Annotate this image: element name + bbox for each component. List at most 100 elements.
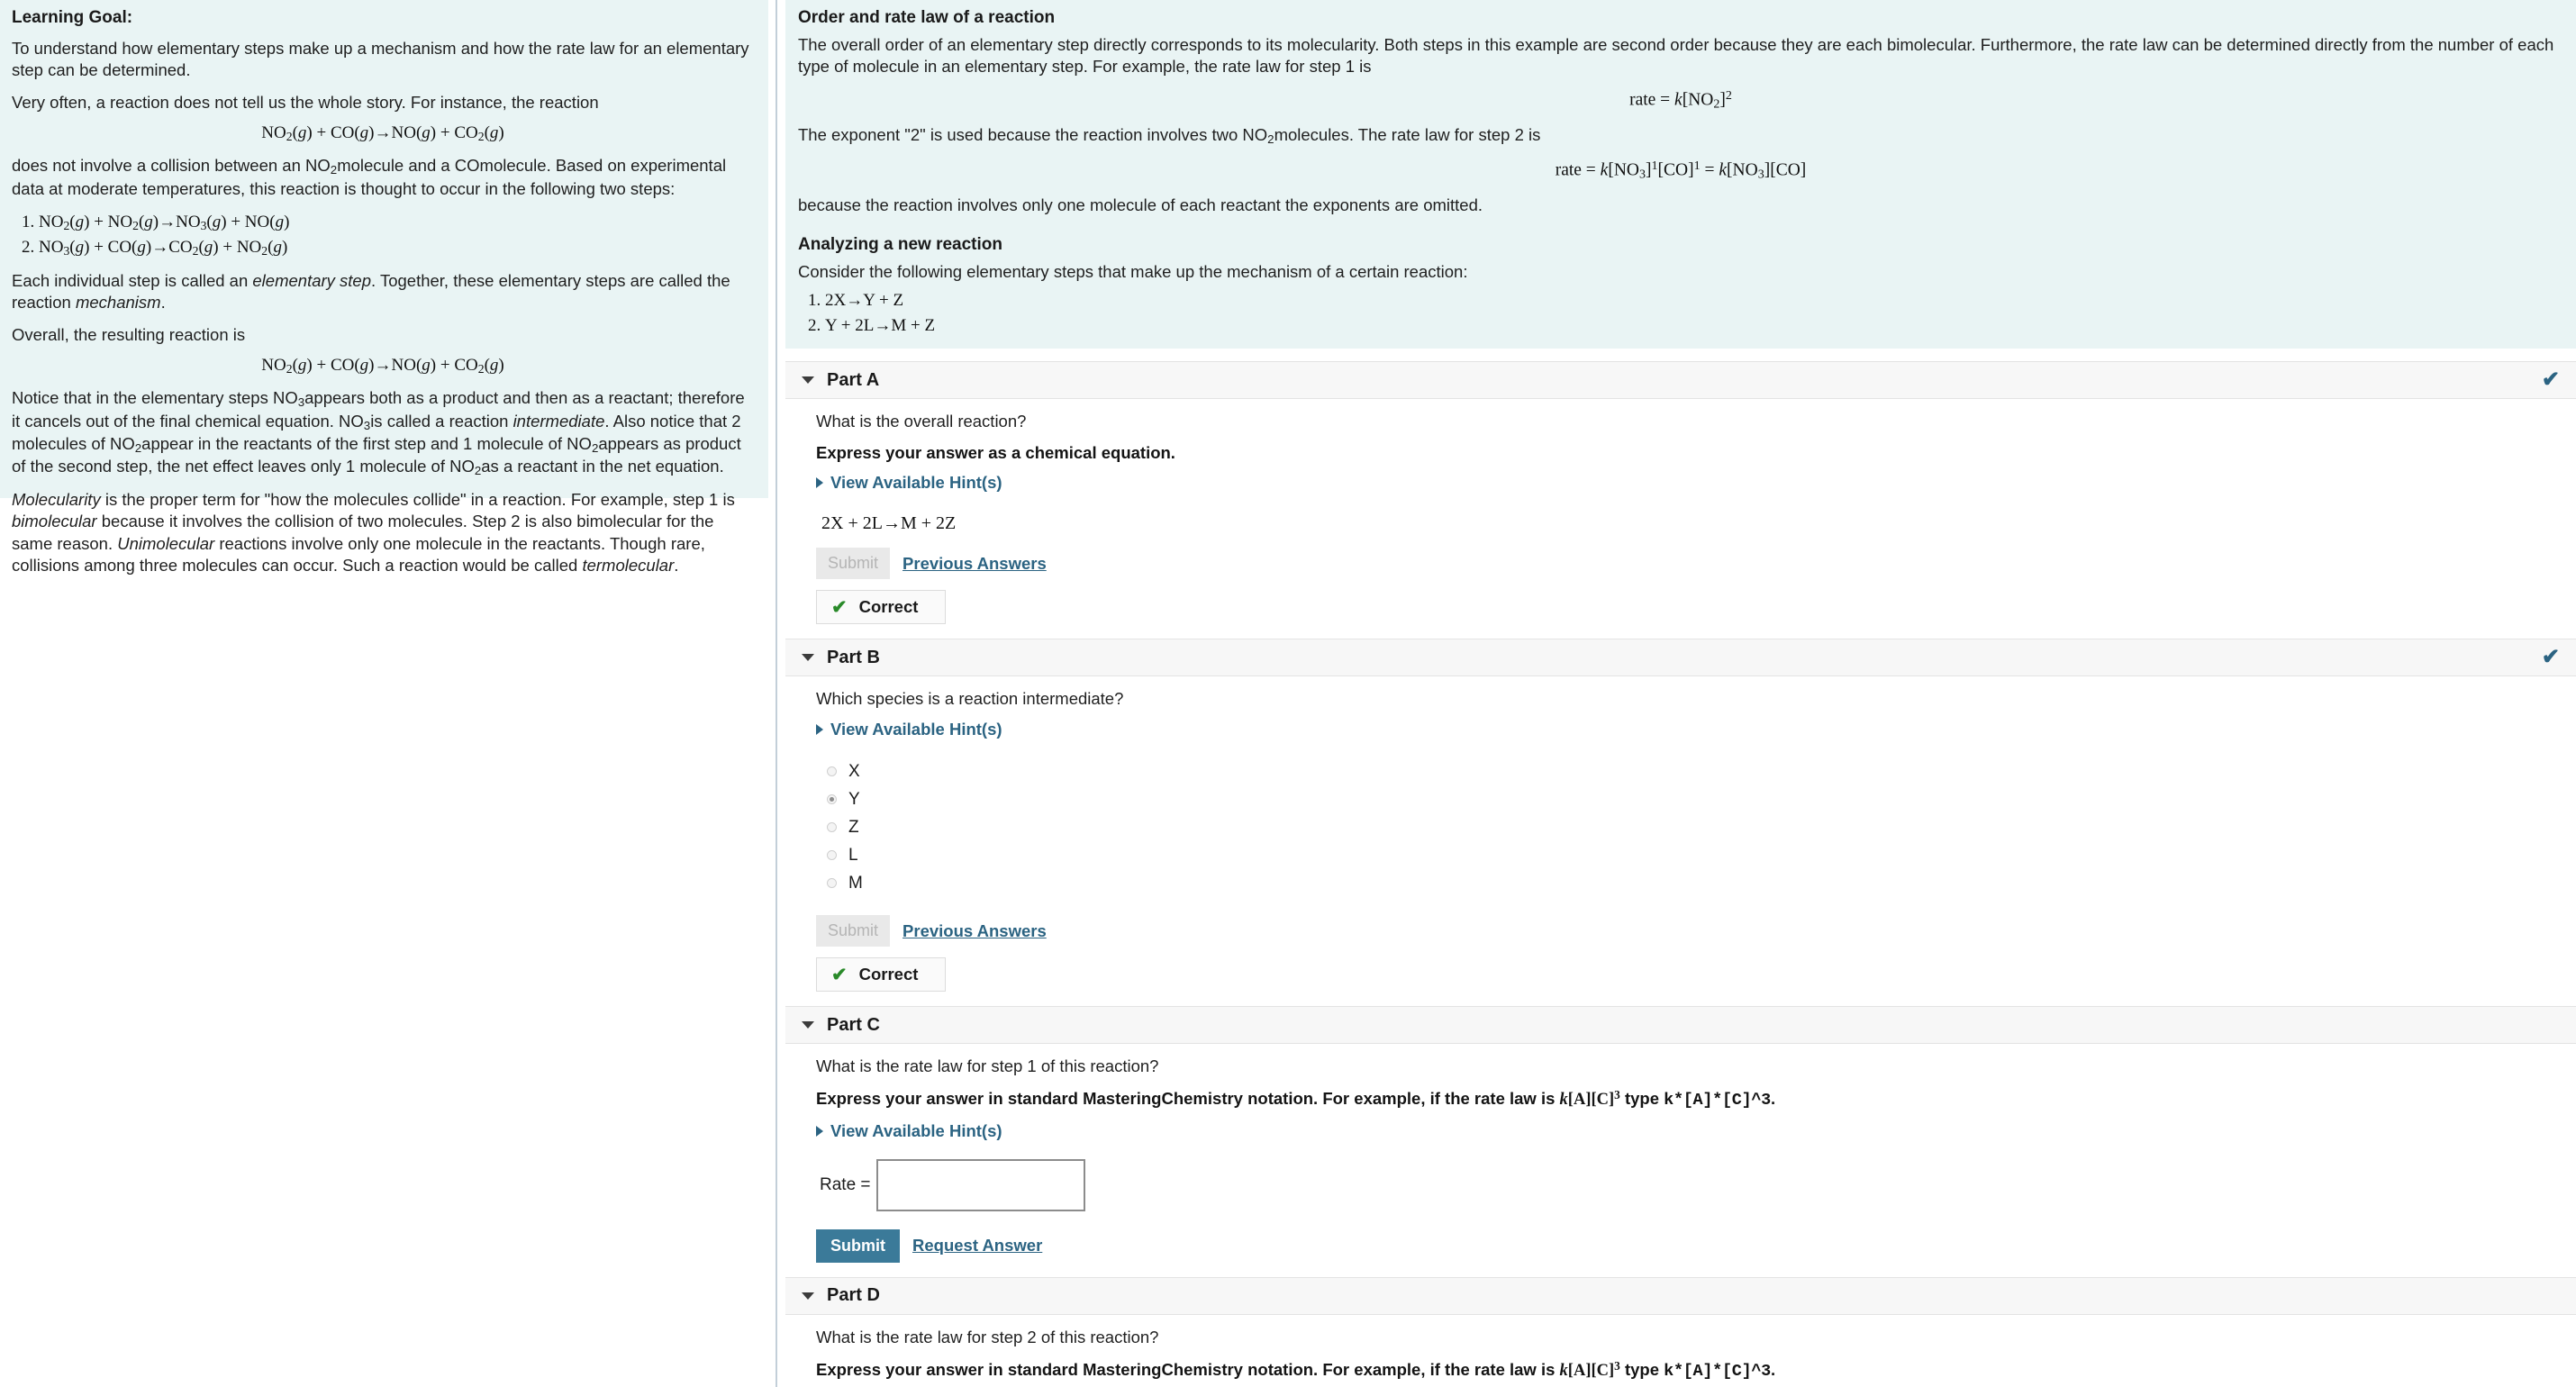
part-c-rate-label: Rate = xyxy=(820,1174,871,1194)
part-c-instruction-post: . xyxy=(1770,1089,1776,1109)
part-complete-check-icon: ✔ xyxy=(2541,645,2560,670)
radio-icon[interactable] xyxy=(827,822,837,833)
analyzing-p1: Consider the following elementary steps … xyxy=(798,262,1468,282)
part-d-instruction-mono: k*[A]*[C]^3 xyxy=(1664,1361,1771,1381)
part-title-d: Part D xyxy=(827,1285,880,1305)
part-c-answer-row: Rate = xyxy=(820,1158,2576,1211)
part-c-rate-input[interactable] xyxy=(875,1158,1085,1211)
part-a-feedback-label: Correct xyxy=(858,597,919,617)
learning-goal-panel: Learning Goal: To understand how element… xyxy=(0,0,768,575)
part-a-button-row: Submit Previous Answers xyxy=(816,548,2576,580)
part-c-instruction-mid: type xyxy=(1619,1089,1664,1109)
radio-option[interactable]: Y xyxy=(816,785,2576,813)
radio-icon[interactable] xyxy=(827,850,837,861)
part-a-previous-answers-link[interactable]: Previous Answers xyxy=(903,554,1047,574)
chevron-right-icon xyxy=(816,1125,823,1137)
part-body-b: Which species is a reaction intermediate… xyxy=(785,676,2576,1007)
part-d-instruction-math: k[A][C]3 xyxy=(1559,1358,1620,1380)
part-a-instruction: Express your answer as a chemical equati… xyxy=(816,443,1175,463)
learning-goal-p3: does not involve a collision between an … xyxy=(12,156,727,198)
part-c-instruction-pre: Express your answer in standard Masterin… xyxy=(816,1089,1560,1109)
rate-law-step2-equation: rate = k[NO3]1[CO]1 = k[NO3][CO] xyxy=(1555,158,1807,182)
part-c-instruction-mono: k*[A]*[C]^3 xyxy=(1664,1091,1771,1111)
chevron-down-icon[interactable] xyxy=(802,654,814,662)
order-rate-law-heading: Order and rate law of a reaction xyxy=(798,8,1056,27)
learning-goal-p4: Each individual step is called an elemen… xyxy=(12,270,730,313)
part-c-request-answer-link[interactable]: Request Answer xyxy=(912,1236,1042,1256)
part-b-options: X Y Z L M xyxy=(816,757,2576,897)
part-b-question: Which species is a reaction intermediate… xyxy=(816,689,1124,709)
part-c-instruction: Express your answer in standard Masterin… xyxy=(816,1087,2576,1111)
part-a-hints-link[interactable]: View Available Hint(s) xyxy=(816,473,1002,493)
part-d-question: What is the rate law for step 2 of this … xyxy=(816,1327,1159,1346)
part-a-question: What is the overall reaction? xyxy=(816,412,1027,431)
radio-icon[interactable] xyxy=(827,878,837,889)
part-c-question: What is the rate law for step 1 of this … xyxy=(816,1056,1159,1076)
part-header-c[interactable]: Part C xyxy=(785,1006,2576,1045)
overall-equation-2: NO2(g) + CO(g)→NO(g) + CO2(g) xyxy=(261,356,504,376)
part-d-instruction-pre: Express your answer in standard Masterin… xyxy=(816,1359,1560,1379)
radio-option[interactable]: Z xyxy=(816,813,2576,841)
part-b-previous-answers-link[interactable]: Previous Answers xyxy=(903,921,1047,941)
part-body-a: What is the overall reaction? Express yo… xyxy=(785,399,2576,639)
new-reaction-step: 2X→Y + Z xyxy=(825,288,2563,313)
chevron-down-icon[interactable] xyxy=(802,376,814,385)
part-d-instruction-post: . xyxy=(1770,1359,1776,1379)
learning-goal-p5: Overall, the resulting reaction is xyxy=(12,324,246,344)
check-icon: ✔ xyxy=(831,596,848,618)
order-rate-law-p1: The overall order of an elementary step … xyxy=(798,35,2554,77)
part-title-c: Part C xyxy=(827,1014,880,1035)
analyzing-heading: Analyzing a new reaction xyxy=(798,235,1002,255)
problem-column: Order and rate law of a reaction The ove… xyxy=(785,0,2576,1387)
part-title-b: Part B xyxy=(827,647,880,667)
mechanism-step: NO3(g) + CO(g)→CO2(g) + NO2(g) xyxy=(39,235,754,260)
part-header-b[interactable]: Part B ✔ xyxy=(785,639,2576,677)
part-c-instruction-math: k[A][C]3 xyxy=(1559,1088,1620,1110)
chevron-right-icon xyxy=(816,724,823,736)
part-body-c: What is the rate law for step 1 of this … xyxy=(785,1044,2576,1277)
part-a-submit-button[interactable]: Submit xyxy=(816,548,891,580)
order-rate-law-block: Order and rate law of a reaction The ove… xyxy=(785,0,2576,226)
chevron-right-icon xyxy=(816,477,823,489)
learning-goal-p6: Notice that in the elementary steps NO3a… xyxy=(12,388,745,478)
part-b-submit-button[interactable]: Submit xyxy=(816,915,891,947)
part-body-d: What is the rate law for step 2 of this … xyxy=(785,1314,2576,1387)
part-a-feedback-box: ✔ Correct xyxy=(816,590,947,625)
mechanism-step: NO2(g) + NO2(g)→NO3(g) + NO(g) xyxy=(39,210,754,235)
part-b-button-row: Submit Previous Answers xyxy=(816,915,2576,947)
part-header-a[interactable]: Part A ✔ xyxy=(785,361,2576,400)
part-c-button-row: Submit Request Answer xyxy=(816,1228,2576,1263)
mechanism-steps-list: NO2(g) + NO2(g)→NO3(g) + NO(g) NO3(g) + … xyxy=(12,210,754,260)
order-rate-law-p2: The exponent "2" is used because the rea… xyxy=(798,125,1541,147)
analyzing-new-reaction-block: Analyzing a new reaction Consider the fo… xyxy=(785,225,2576,349)
learning-goal-p1: To understand how elementary steps make … xyxy=(12,39,749,80)
radio-label: M xyxy=(848,873,863,893)
part-c-hints-label: View Available Hint(s) xyxy=(830,1120,1002,1140)
learning-goal-p2: Very often, a reaction does not tell us … xyxy=(12,92,599,112)
chevron-down-icon[interactable] xyxy=(802,1292,814,1300)
part-d-instruction: Express your answer in standard Masterin… xyxy=(816,1358,2576,1382)
part-b-feedback-label: Correct xyxy=(858,965,919,984)
section-spacer xyxy=(785,349,2576,362)
radio-option[interactable]: X xyxy=(816,757,2576,785)
rate-law-step1-equation: rate = k[NO2]2 xyxy=(1629,88,1732,112)
radio-label: Y xyxy=(848,789,860,809)
part-b-feedback-box: ✔ Correct xyxy=(816,957,947,993)
radio-icon-selected[interactable] xyxy=(827,794,837,805)
check-icon: ✔ xyxy=(831,964,848,985)
new-reaction-step: Y + 2L→M + Z xyxy=(825,313,2563,339)
learning-goal-p7: Molecularity is the proper term for "how… xyxy=(12,489,735,576)
part-a-hints-label: View Available Hint(s) xyxy=(830,473,1002,493)
part-header-d[interactable]: Part D xyxy=(785,1276,2576,1315)
chevron-down-icon[interactable] xyxy=(802,1021,814,1029)
overall-equation-1: NO2(g) + CO(g)→NO(g) + CO2(g) xyxy=(261,123,504,144)
radio-option[interactable]: M xyxy=(816,869,2576,897)
part-c-hints-link[interactable]: View Available Hint(s) xyxy=(816,1121,1002,1141)
radio-option[interactable]: L xyxy=(816,841,2576,869)
radio-icon[interactable] xyxy=(827,766,837,777)
part-b-hints-link[interactable]: View Available Hint(s) xyxy=(816,720,1002,739)
part-c-submit-button[interactable]: Submit xyxy=(816,1228,900,1263)
order-rate-law-p3: because the reaction involves only one m… xyxy=(798,195,1483,215)
panel-divider xyxy=(776,0,777,1387)
part-d-instruction-mid: type xyxy=(1619,1359,1664,1379)
